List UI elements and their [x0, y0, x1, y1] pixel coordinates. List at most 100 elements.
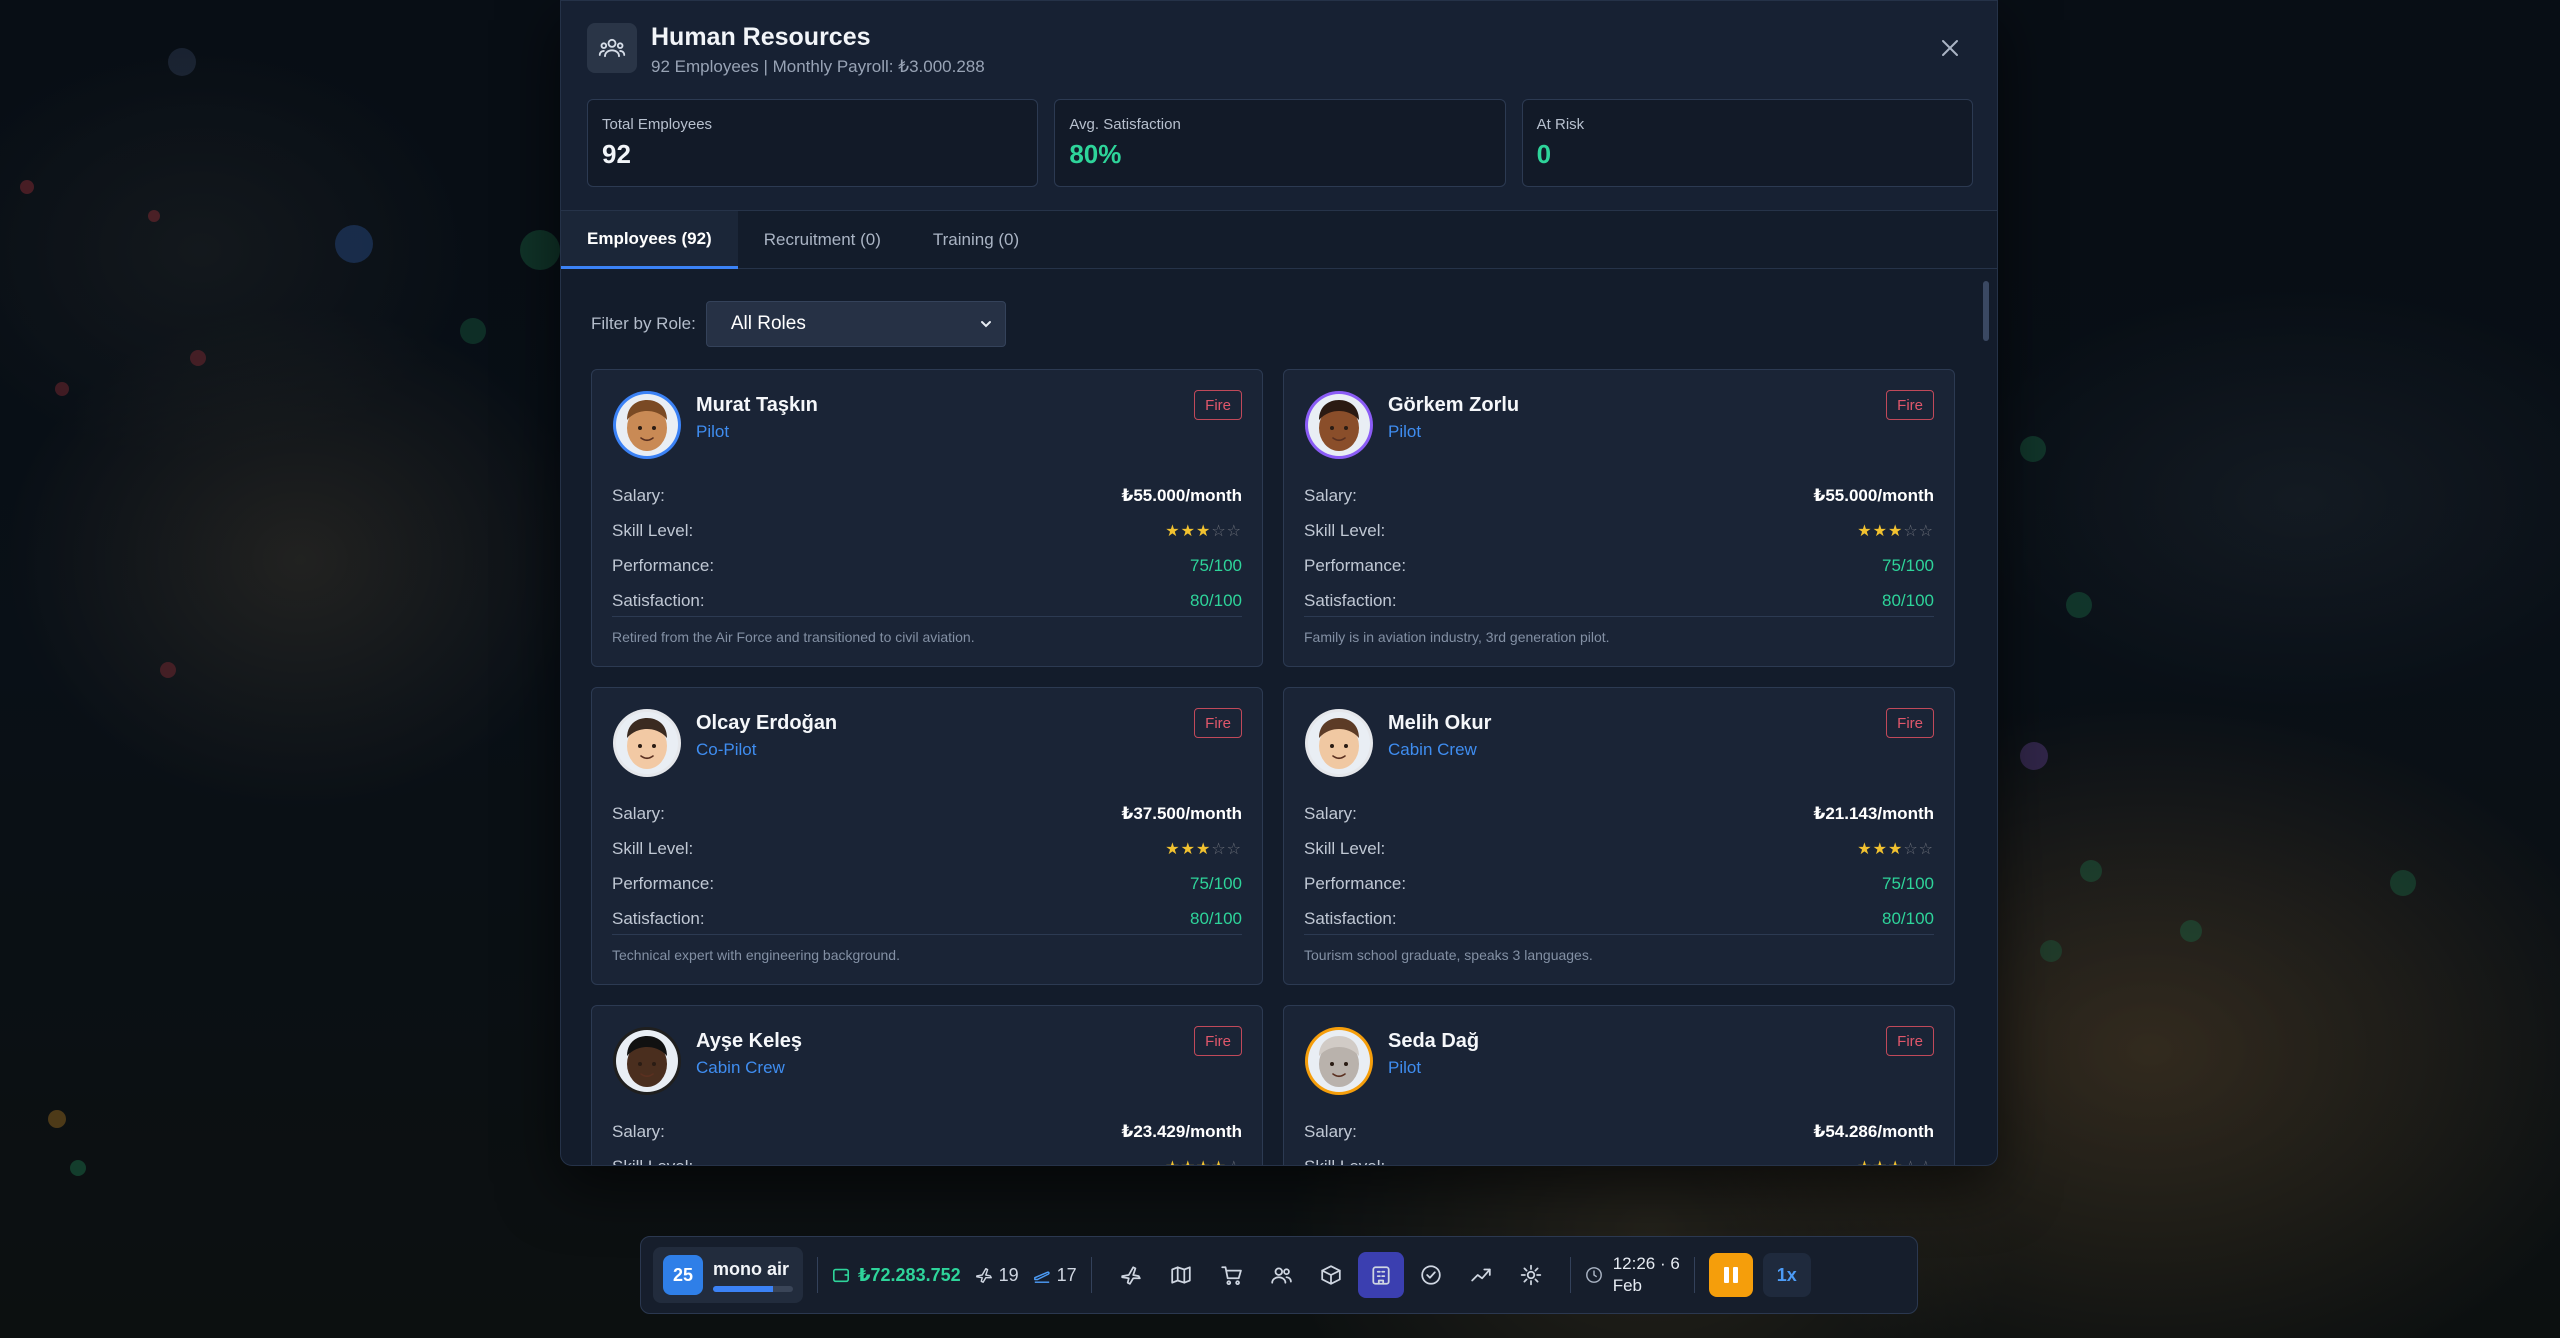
fire-button[interactable]: Fire — [1194, 708, 1242, 738]
star-icon: ☆ — [1919, 1159, 1934, 1166]
skill-stars: ★★★☆☆ — [1857, 1157, 1934, 1166]
skill-stars: ★★★☆☆ — [1857, 521, 1934, 541]
pause-button[interactable] — [1708, 1253, 1753, 1297]
cart-icon — [1220, 1264, 1242, 1286]
performance-value: 75/100 — [1190, 873, 1242, 893]
salary-value: ₺37.500/month — [1121, 803, 1242, 823]
divider — [817, 1257, 818, 1293]
performance-label: Performance: — [612, 555, 715, 575]
skill-label: Skill Level: — [1304, 838, 1386, 858]
avatar-face — [1305, 1027, 1373, 1095]
salary-row: Salary: ₺37.500/month — [612, 796, 1242, 831]
star-icon: ☆ — [1226, 840, 1242, 858]
people-icon — [1270, 1264, 1292, 1286]
plane-icon — [1120, 1264, 1142, 1286]
map-nav-button[interactable] — [1158, 1252, 1204, 1298]
performance-row: Performance: 75/100 — [612, 548, 1242, 583]
salary-label: Salary: — [612, 485, 665, 505]
employee-name: Murat Taşkın — [696, 394, 818, 416]
skill-stars: ★★★☆☆ — [1165, 839, 1242, 859]
employee-stats: Salary: ₺23.429/month Skill Level: ★★★★☆… — [612, 1114, 1242, 1166]
employee-stats: Salary: ₺37.500/month Skill Level: ★★★☆☆… — [612, 796, 1242, 936]
performance-row: Performance: 75/100 — [1304, 866, 1934, 901]
nav-buttons — [1106, 1252, 1556, 1298]
star-icon: ★ — [1211, 1159, 1226, 1166]
performance-label: Performance: — [1304, 873, 1407, 893]
building-nav-button[interactable] — [1357, 1252, 1404, 1298]
game-clock: 12:26 · 6 Feb — [1585, 1253, 1680, 1297]
plane-nav-button[interactable] — [1108, 1252, 1154, 1298]
scrollbar[interactable] — [1983, 281, 1989, 341]
employee-card: Görkem Zorlu Pilot Fire Salary: ₺55.000/… — [1283, 369, 1955, 667]
trend-icon — [1470, 1264, 1492, 1286]
satisfaction-value: 80/100 — [1882, 908, 1934, 928]
fire-button[interactable]: Fire — [1886, 390, 1934, 420]
airline-badge[interactable]: 25 mono air — [653, 1247, 803, 1303]
cash-value: ₺72.283.752 — [858, 1264, 961, 1285]
xp-progress-fill — [713, 1285, 773, 1292]
chevron-down-icon — [979, 317, 993, 331]
skill-row: Skill Level: ★★★☆☆ — [1304, 831, 1934, 866]
check-circle-nav-button[interactable] — [1408, 1252, 1454, 1298]
tab-training[interactable]: Training (0) — [907, 211, 1045, 269]
tab-recruitment[interactable]: Recruitment (0) — [738, 211, 907, 269]
employee-name: Melih Okur — [1388, 712, 1492, 734]
skill-stars: ★★★☆☆ — [1857, 839, 1934, 859]
salary-value: ₺23.429/month — [1121, 1121, 1242, 1141]
performance-value: 75/100 — [1882, 873, 1934, 893]
box-icon — [1320, 1264, 1342, 1286]
performance-value: 75/100 — [1190, 555, 1242, 575]
stat-label: Total Employees — [602, 116, 713, 133]
stat-label: Avg. Satisfaction — [1069, 116, 1181, 133]
skill-label: Skill Level: — [612, 520, 694, 540]
airline-level: 25 — [663, 1255, 703, 1295]
star-icon: ★ — [1196, 1159, 1211, 1166]
modal-subtitle: 92 Employees | Monthly Payroll: ₺3.000.2… — [651, 57, 985, 76]
human-resources-modal: Human Resources 92 Employees | Monthly P… — [560, 0, 1998, 1166]
satisfaction-value: 80/100 — [1190, 590, 1242, 610]
planes-value: 19 — [998, 1264, 1019, 1285]
wallet-icon — [832, 1266, 850, 1284]
star-icon: ★ — [1873, 1159, 1888, 1166]
role-filter: Filter by Role: All Roles — [591, 301, 1006, 347]
performance-row: Performance: 75/100 — [612, 866, 1242, 901]
employee-stats: Salary: ₺21.143/month Skill Level: ★★★☆☆… — [1304, 796, 1934, 936]
stats-row: Total Employees 92 Avg. Satisfaction 80%… — [587, 99, 1973, 187]
star-icon: ☆ — [1211, 840, 1227, 858]
skill-label: Skill Level: — [612, 838, 694, 858]
skill-stars: ★★★★☆ — [1165, 1157, 1242, 1166]
role-select[interactable]: All Roles — [705, 301, 1006, 347]
box-nav-button[interactable] — [1308, 1252, 1354, 1298]
employee-name: Görkem Zorlu — [1388, 394, 1520, 416]
fire-button[interactable]: Fire — [1194, 390, 1242, 420]
flights-value: 17 — [1056, 1264, 1077, 1285]
tab-employees[interactable]: Employees (92) — [561, 211, 738, 269]
gear-nav-button[interactable] — [1508, 1252, 1554, 1298]
skill-row: Skill Level: ★★★☆☆ — [612, 831, 1242, 866]
fire-button[interactable]: Fire — [1194, 1026, 1242, 1056]
employee-name: Olcay Erdoğan — [696, 712, 838, 734]
skill-row: Skill Level: ★★★★☆ — [612, 1149, 1242, 1166]
satisfaction-value: 80/100 — [1190, 908, 1242, 928]
star-icon: ★ — [1195, 840, 1212, 858]
employee-stats: Salary: ₺55.000/month Skill Level: ★★★☆☆… — [612, 478, 1242, 618]
cart-nav-button[interactable] — [1208, 1252, 1254, 1298]
avatar-face — [613, 709, 681, 777]
star-icon: ★ — [1857, 840, 1873, 858]
trend-nav-button[interactable] — [1458, 1252, 1504, 1298]
people-icon — [587, 23, 637, 73]
people-nav-button[interactable] — [1258, 1252, 1304, 1298]
star-icon: ★ — [1165, 1159, 1180, 1166]
employee-bio: Tourism school graduate, speaks 3 langua… — [1304, 934, 1934, 963]
employee-bio: Family is in aviation industry, 3rd gene… — [1304, 616, 1934, 645]
fire-button[interactable]: Fire — [1886, 708, 1934, 738]
satisfaction-row: Satisfaction: 80/100 — [612, 583, 1242, 618]
satisfaction-row: Satisfaction: 80/100 — [1304, 901, 1934, 936]
stat-at-risk: At Risk 0 — [1521, 99, 1973, 187]
speed-button[interactable]: 1x — [1762, 1253, 1811, 1297]
close-icon[interactable] — [1937, 35, 1963, 61]
skill-row: Skill Level: ★★★☆☆ — [1304, 513, 1934, 548]
flights-count: 17 — [1033, 1265, 1077, 1286]
fire-button[interactable]: Fire — [1886, 1026, 1934, 1056]
airline-name: mono air — [713, 1258, 790, 1279]
